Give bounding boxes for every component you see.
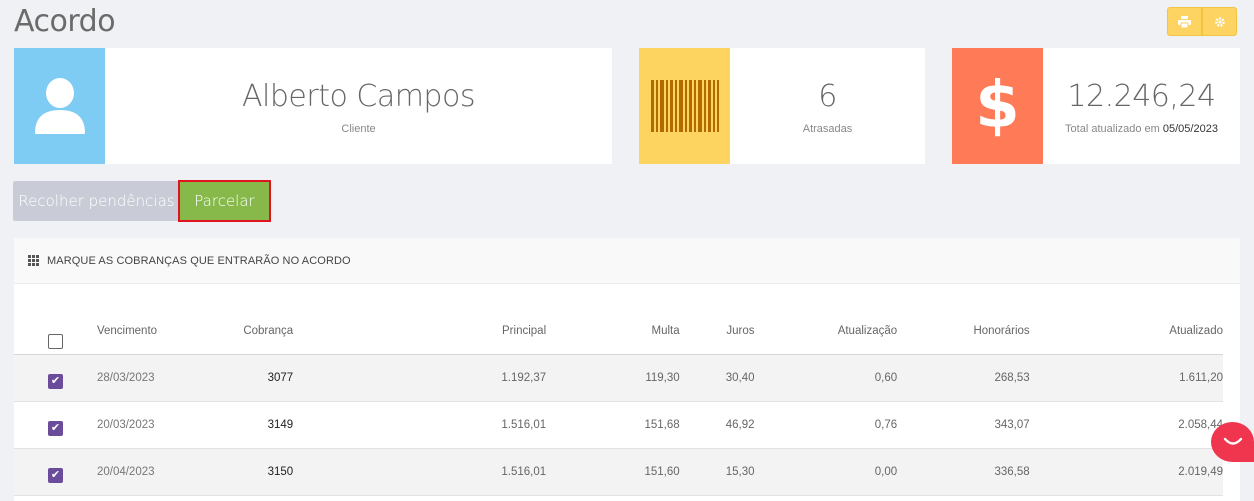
row-multa: 119,30 bbox=[546, 354, 680, 402]
row-cobranca[interactable]: 3150 bbox=[200, 448, 294, 496]
chat-smile-icon bbox=[1223, 437, 1242, 445]
row-atualizado: 2.058,44 bbox=[1029, 401, 1223, 449]
row-vencimento: 20/03/2023 bbox=[96, 401, 201, 449]
col-juros[interactable]: Juros bbox=[679, 308, 755, 355]
col-atualizacao[interactable]: Atualização bbox=[754, 308, 898, 355]
dollar-icon: $ bbox=[975, 69, 1020, 143]
client-label: Cliente bbox=[341, 123, 376, 135]
client-name: Alberto Campos bbox=[242, 79, 475, 114]
row-principal: 1.192,37 bbox=[293, 354, 547, 402]
row-vencimento: 28/03/2023 bbox=[96, 354, 201, 402]
charges-table: Vencimento Cobrança Principal Multa Juro… bbox=[14, 308, 1223, 496]
gear-icon bbox=[1214, 16, 1225, 27]
row-juros: 30,40 bbox=[679, 354, 755, 402]
panel-title: MARQUE AS COBRANÇAS QUE ENTRARÃO NO ACOR… bbox=[47, 254, 351, 267]
total-card: $ 12.246,24 Total atualizado em 05/05/20… bbox=[952, 48, 1240, 164]
total-value: 12.246,24 bbox=[1067, 79, 1216, 114]
settings-button[interactable] bbox=[1202, 7, 1237, 36]
row-multa: 151,68 bbox=[546, 401, 680, 449]
total-date: 05/05/2023 bbox=[1162, 123, 1218, 135]
col-principal[interactable]: Principal bbox=[293, 308, 547, 355]
col-vencimento[interactable]: Vencimento bbox=[96, 308, 201, 355]
print-button[interactable] bbox=[1167, 7, 1202, 36]
table-row[interactable]: ✔ 20/04/2023 3150 1.516,01 151,60 15,30 … bbox=[14, 448, 1223, 496]
row-vencimento: 20/04/2023 bbox=[96, 448, 201, 496]
row-honorarios: 343,07 bbox=[897, 401, 1030, 449]
row-principal: 1.516,01 bbox=[293, 401, 547, 449]
top-actions bbox=[1167, 7, 1237, 36]
client-card-icon-box bbox=[14, 48, 105, 164]
row-principal: 1.516,01 bbox=[293, 448, 547, 496]
client-card: Alberto Campos Cliente bbox=[14, 48, 612, 164]
row-atualizado: 1.611,20 bbox=[1029, 354, 1223, 402]
chat-widget-button[interactable] bbox=[1211, 422, 1254, 462]
print-icon bbox=[1178, 15, 1191, 28]
row-honorarios: 336,58 bbox=[897, 448, 1030, 496]
table-row[interactable]: ✔ 28/03/2023 3077 1.192,37 119,30 30,40 … bbox=[14, 354, 1223, 402]
row-atualizacao: 0,00 bbox=[754, 448, 898, 496]
row-atualizacao: 0,76 bbox=[754, 401, 898, 449]
late-card: 6 Atrasadas bbox=[639, 48, 925, 164]
row-cobranca[interactable]: 3077 bbox=[200, 354, 294, 402]
total-label: Total atualizado em 05/05/2023 bbox=[1065, 123, 1218, 135]
barcode-icon bbox=[650, 80, 719, 132]
select-all-cell bbox=[14, 308, 97, 355]
row-cobranca[interactable]: 3149 bbox=[200, 401, 294, 449]
late-label: Atrasadas bbox=[802, 123, 853, 135]
row-atualizado: 2.019,49 bbox=[1029, 448, 1223, 496]
user-icon bbox=[34, 78, 85, 134]
table-row[interactable]: ✔ 20/03/2023 3149 1.516,01 151,68 46,92 … bbox=[14, 401, 1223, 449]
charges-panel: MARQUE AS COBRANÇAS QUE ENTRARÃO NO ACOR… bbox=[14, 238, 1240, 501]
select-all-checkbox[interactable] bbox=[47, 334, 63, 350]
col-honorarios[interactable]: Honorários bbox=[897, 308, 1030, 355]
total-card-icon-box: $ bbox=[952, 48, 1043, 164]
row-juros: 46,92 bbox=[679, 401, 755, 449]
row-multa: 151,60 bbox=[546, 448, 680, 496]
collect-pending-button[interactable]: Recolher pendências bbox=[13, 181, 180, 221]
grid-icon bbox=[28, 255, 39, 266]
split-button-highlight: Parcelar bbox=[178, 180, 271, 222]
late-card-icon-box bbox=[639, 48, 730, 164]
split-button[interactable]: Parcelar bbox=[180, 182, 269, 220]
table-header-row: Vencimento Cobrança Principal Multa Juro… bbox=[14, 308, 1223, 355]
row-juros: 15,30 bbox=[679, 448, 755, 496]
col-multa[interactable]: Multa bbox=[546, 308, 680, 355]
row-checkbox[interactable]: ✔ bbox=[47, 421, 63, 436]
panel-header: MARQUE AS COBRANÇAS QUE ENTRARÃO NO ACOR… bbox=[14, 238, 1240, 284]
page-title: Acordo bbox=[14, 4, 116, 39]
col-atualizado[interactable]: Atualizado bbox=[1029, 308, 1223, 355]
total-label-prefix: Total atualizado em bbox=[1065, 123, 1160, 135]
row-checkbox[interactable]: ✔ bbox=[47, 468, 63, 483]
late-count: 6 bbox=[818, 79, 837, 114]
row-checkbox[interactable]: ✔ bbox=[47, 374, 63, 389]
col-cobranca[interactable]: Cobrança bbox=[200, 308, 294, 355]
row-atualizacao: 0,60 bbox=[754, 354, 898, 402]
row-honorarios: 268,53 bbox=[897, 354, 1030, 402]
